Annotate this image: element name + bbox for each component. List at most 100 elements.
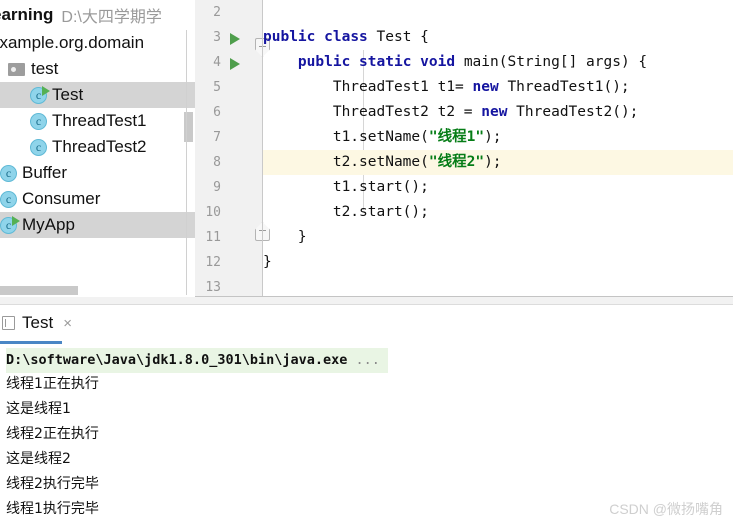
code-token: ); <box>484 154 502 170</box>
project-tree[interactable]: example.org.domain test Test ThreadTest1 Thr… <box>0 30 195 295</box>
code-line[interactable]: } <box>263 250 733 275</box>
code-token: main(String[] args) { <box>455 54 648 70</box>
line-number: 3 <box>213 30 221 45</box>
code-token: ); <box>484 129 502 145</box>
gutter-row[interactable]: 11 <box>195 225 263 250</box>
code-line[interactable]: t2.start(); <box>263 200 733 225</box>
line-number: 12 <box>205 255 221 270</box>
code-content[interactable]: public class Test { public static void m… <box>263 0 733 297</box>
console-toolbar <box>0 297 733 305</box>
class-icon <box>0 164 17 182</box>
tree-item-example-org-domain[interactable]: example.org.domain <box>0 30 195 56</box>
sidebar-divider[interactable] <box>186 30 187 295</box>
gutter-row[interactable]: 9 <box>195 175 263 200</box>
code-token: } <box>263 254 272 270</box>
tree-item-threadtest1[interactable]: ThreadTest1 <box>0 108 195 134</box>
tree-item-threadtest2[interactable]: ThreadTest2 <box>0 134 195 160</box>
gutter-row[interactable]: 7 <box>195 125 263 150</box>
folder-icon <box>8 62 25 76</box>
editor-gutter[interactable]: 2 3 4 5 6 7 8 9 10 11 12 13 <box>195 0 270 297</box>
keyword-token: static <box>359 54 412 70</box>
code-line[interactable] <box>263 275 733 297</box>
code-line[interactable]: public static void main(String[] args) { <box>263 50 733 75</box>
tree-item-myapp[interactable]: MyApp <box>0 212 195 238</box>
gutter-row[interactable]: 10 <box>195 200 263 225</box>
code-line[interactable]: ThreadTest2 t2 = new ThreadTest2(); <box>263 100 733 125</box>
code-token: Test { <box>367 29 429 45</box>
close-icon[interactable]: × <box>63 316 72 331</box>
code-editor[interactable]: 2 3 4 5 6 7 8 9 10 11 12 13 public class Test { pub… <box>195 0 733 297</box>
line-number: 6 <box>213 105 221 120</box>
code-token: t2.start(); <box>263 204 429 220</box>
run-tab-label: Test <box>22 313 54 332</box>
keyword-token: new <box>472 79 499 95</box>
project-name: earning <box>0 5 54 24</box>
tree-item-test[interactable]: Test <box>0 82 195 108</box>
gutter-row[interactable]: 8 <box>195 150 263 175</box>
code-line[interactable]: ThreadTest1 t1= new ThreadTest1(); <box>263 75 733 100</box>
code-token: ThreadTest1 t1= <box>263 79 473 95</box>
code-token: t1.start(); <box>263 179 429 195</box>
run-gutter-icon[interactable] <box>230 58 240 70</box>
keyword-token: new <box>481 104 508 120</box>
gutter-row[interactable]: 5 <box>195 75 263 100</box>
gutter-row[interactable]: 3 <box>195 25 263 50</box>
runnable-class-icon <box>30 85 50 104</box>
console-output-line: 这是线程2 <box>6 451 71 467</box>
line-number: 8 <box>213 155 221 170</box>
gutter-row[interactable]: 12 <box>195 250 263 275</box>
line-number: 13 <box>205 280 221 295</box>
console-output-line: 线程2正在执行 <box>6 426 99 442</box>
tree-item-label: Consumer <box>22 189 101 208</box>
line-number: 7 <box>213 130 221 145</box>
keyword-token: public <box>263 29 316 45</box>
gutter-row[interactable]: 6 <box>195 100 263 125</box>
tree-item-consumer[interactable]: Consumer <box>0 186 195 212</box>
gutter-row[interactable]: 13 <box>195 275 263 297</box>
tree-item-label: ThreadTest1 <box>52 111 147 130</box>
tree-item-label: Buffer <box>22 163 68 182</box>
tree-item-label: Test <box>52 85 84 104</box>
code-token: t2.setName( <box>263 154 429 170</box>
line-number: 11 <box>205 230 221 245</box>
code-token: } <box>263 229 307 245</box>
gutter-row[interactable]: 4 <box>195 50 263 75</box>
line-number: 5 <box>213 80 221 95</box>
console-output-line: 线程2执行完毕 <box>6 476 99 492</box>
tree-item-test[interactable]: test <box>0 56 195 82</box>
class-icon <box>30 112 47 130</box>
console-output[interactable]: D:\software\Java\jdk1.8.0_301\bin\java.e… <box>0 347 733 522</box>
code-line[interactable]: t2.setName("线程2"); <box>263 150 733 175</box>
code-line[interactable] <box>263 0 733 25</box>
keyword-token: void <box>420 54 456 70</box>
run-console: Test × D:\software\Java\jdk1.8.0_301\bin… <box>0 297 733 531</box>
code-line[interactable]: t1.setName("线程1"); <box>263 125 733 150</box>
runnable-class-icon <box>0 215 20 234</box>
run-tab-test[interactable]: Test × <box>0 307 80 339</box>
idea-window: earning D:\大四学期学 example.org.domain test T… <box>0 0 733 531</box>
line-number: 2 <box>213 5 221 20</box>
tree-item-label: test <box>31 59 59 78</box>
class-icon <box>30 138 47 156</box>
run-gutter-icon[interactable] <box>230 33 240 45</box>
project-path: D:\大四学期学 <box>61 9 162 26</box>
class-icon <box>0 190 17 208</box>
tree-item-label: example.org.domain <box>0 33 145 52</box>
console-output-line: 线程1正在执行 <box>6 376 99 392</box>
tree-item-label: ThreadTest2 <box>52 137 147 156</box>
string-token: "线程2" <box>428 154 485 170</box>
tree-item-buffer[interactable]: Buffer <box>0 160 195 186</box>
code-line[interactable]: t1.start(); <box>263 175 733 200</box>
gutter-row[interactable]: 2 <box>195 0 263 25</box>
code-token: ThreadTest2 t2 = <box>263 104 482 120</box>
line-number: 9 <box>213 180 221 195</box>
code-line[interactable]: } <box>263 225 733 250</box>
code-line[interactable]: public class Test { <box>263 25 733 50</box>
run-configuration-icon <box>2 316 15 330</box>
sidebar-horizontal-scrollbar[interactable] <box>0 286 78 295</box>
line-number: 10 <box>205 205 221 220</box>
line-number: 4 <box>213 55 221 70</box>
